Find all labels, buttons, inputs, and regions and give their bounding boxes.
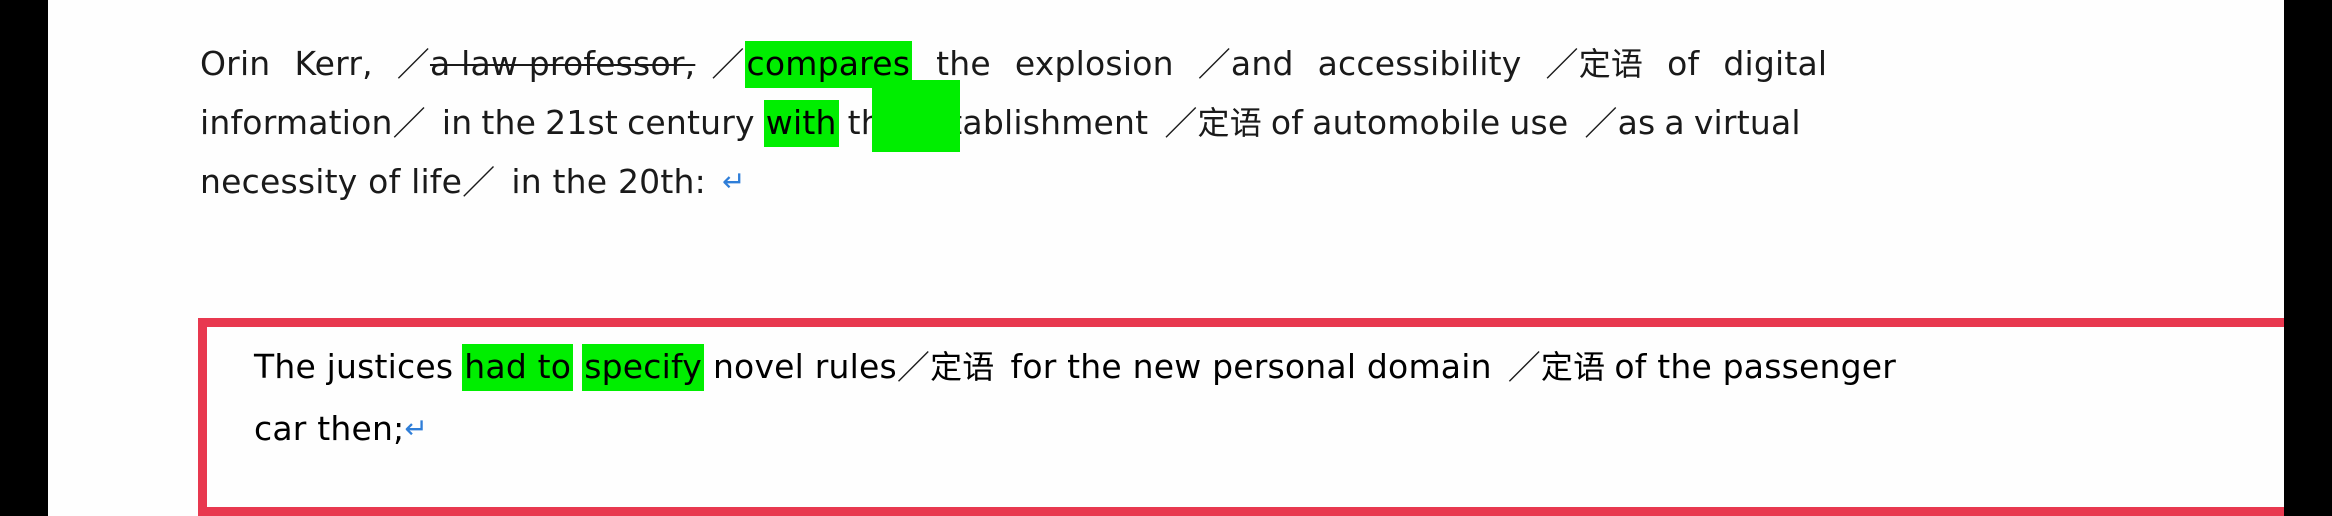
chinese-marker-dingyu-1: 定语 [1578,45,1644,83]
paragraph-1-line-2: information／inthe21stcenturywiththeestab… [200,93,2230,152]
word-21st: 21st [545,103,619,142]
word-century: century [627,103,755,142]
phrase-car-then: car then; [254,409,405,448]
phrase-the-justices: The justices [254,347,454,386]
phrase-of-the-passenger: of the passenger [1614,347,1897,386]
chinese-marker-dingyu-3: 定语 [930,348,995,386]
word-kerr: Kerr, [294,44,373,83]
word-explosion: explosion [1014,44,1174,83]
phrase-in-the-20th: in the 20th: [511,162,706,201]
highlight-with: with [763,100,839,147]
word-as: as [1617,103,1656,142]
paragraph-1-line-1: Orin Kerr, ／a law professor, ／compares the ex… [200,34,2230,93]
word-accessibility: accessibility [1317,44,1522,83]
word-automobile: automobile [1312,103,1501,142]
word-information: information [200,103,393,142]
paragraph-2-line-2: car then;↵ [254,398,2274,460]
word-in: in [441,103,473,142]
paragraph-2-line-1: The justices had to specify novel rules／定语 f… [254,336,2274,398]
slash-separator-9: ／ [896,348,931,387]
word-of: of [1667,44,1700,83]
phrase-necessity-of-life: necessity of life [200,162,463,201]
word-of-2: of [1270,103,1304,142]
return-mark-icon-1: ↵ [721,165,746,198]
slash-separator-4: ／ [1545,45,1579,84]
slash-separator-6: ／ [1164,104,1198,143]
slash-separator-5: ／ [392,104,426,143]
highlight-specify: specify [582,344,704,391]
slash-separator-3: ／ [1197,45,1231,84]
chinese-marker-dingyu-4: 定语 [1540,348,1606,386]
slash-separator-10: ／ [1507,348,1541,387]
word-digital: digital [1723,44,1828,83]
word-virtual: virtual [1693,103,1801,142]
return-mark-icon-2: ↵ [404,412,429,445]
phrase-novel-rules: novel rules [712,347,897,386]
word-a: a [1664,103,1685,142]
struck-text-a-law-professor: a law professor, [429,44,696,83]
document-sheet: Orin Kerr, ／a law professor, ／compares the ex… [48,0,2284,516]
word-and: and [1230,44,1294,83]
slash-separator-2: ／ [711,45,745,84]
highlight-compares: compares [744,41,913,88]
slash-separator-7: ／ [1584,104,1618,143]
highlight-connector-block [872,80,960,152]
word-the-2: the [481,103,537,142]
slash-separator-1: ／ [396,45,430,84]
word-orin: Orin [200,44,271,83]
phrase-for-the-new-personal-domain: for the new personal domain [1010,347,1492,386]
screenshot-page: Orin Kerr, ／a law professor, ／compares the ex… [0,0,2332,516]
slash-separator-8: ／ [462,163,496,202]
chinese-marker-dingyu-2: 定语 [1197,104,1262,142]
letterbox-left-bar [0,0,48,516]
word-use: use [1509,103,1569,142]
paragraph-2-boxed: The justices had to specify novel rules／定语 f… [254,336,2274,460]
highlight-had-to: had to [462,344,574,391]
paragraph-1: Orin Kerr, ／a law professor, ／compares the ex… [200,0,2230,202]
paragraph-1-line-3: necessity of life／ in the 20th: ↵ [200,152,2230,211]
